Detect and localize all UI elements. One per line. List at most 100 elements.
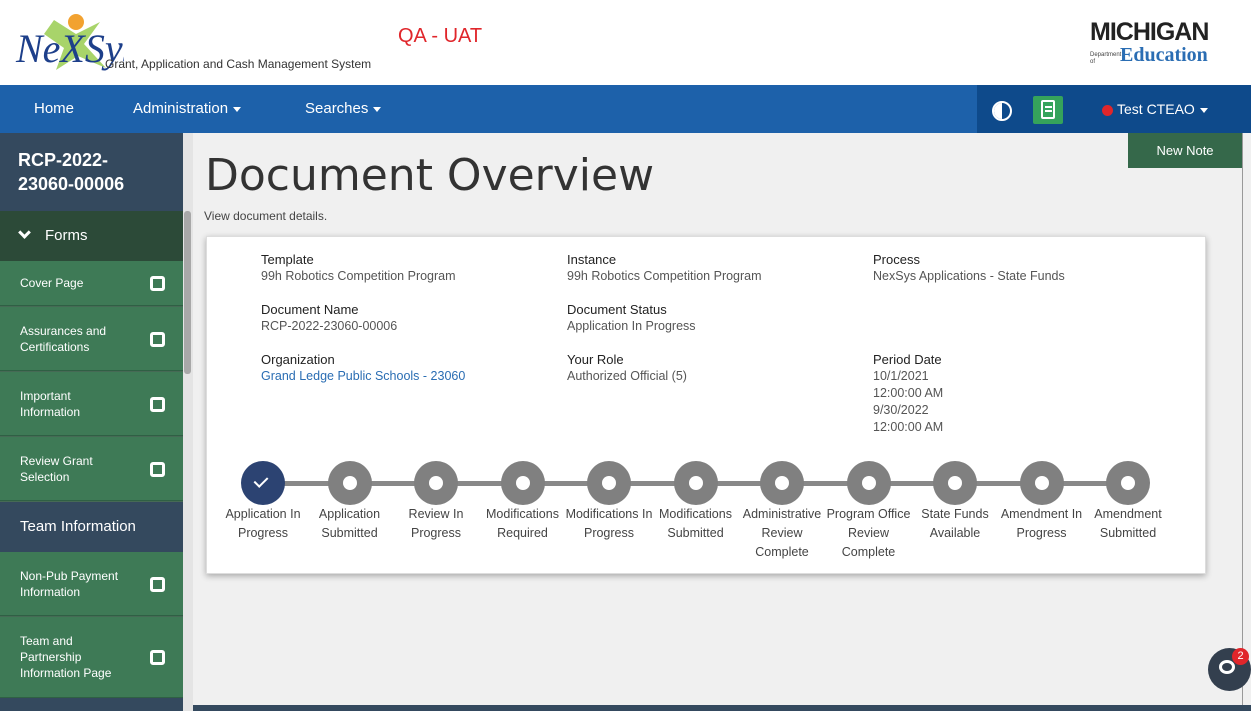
field-your-role: Your Role Authorized Official (5) <box>567 351 687 385</box>
period-end-date: 9/30/2022 <box>873 403 929 417</box>
chevron-down-icon <box>373 106 382 112</box>
nav-home[interactable]: Home <box>34 85 74 133</box>
field-value: NexSys Applications - State Funds <box>873 269 1065 283</box>
chevron-down-icon <box>18 226 31 239</box>
sidebar-item-cover-page[interactable]: Cover Page <box>0 261 183 306</box>
step-pending-icon <box>1106 461 1150 505</box>
sidebar-item-assurances[interactable]: Assurances and Certifications <box>0 307 183 371</box>
nav-administration-label: Administration <box>133 100 229 117</box>
new-note-button[interactable]: New Note <box>1128 133 1242 168</box>
step-label: Review In Progress <box>408 507 464 540</box>
field-value: 99h Robotics Competition Program <box>261 269 456 283</box>
field-label: Template <box>261 252 314 267</box>
sidebar-item-label: Team and Partnership Information Page <box>20 634 112 680</box>
field-value: Application In Progress <box>567 319 696 333</box>
sidebar-section-forms-label: Forms <box>45 227 88 244</box>
sidebar-item-review-grant[interactable]: Review Grant Selection <box>0 437 183 501</box>
field-document-name: Document Name RCP-2022-23060-00006 <box>261 301 397 335</box>
step-label: Modifications Submitted <box>659 507 732 540</box>
sidebar: RCP-2022- 23060-00006 Forms Cover Page As… <box>0 133 193 711</box>
checkbox-icon <box>150 462 165 477</box>
sidebar-item-team-partnership[interactable]: Team and Partnership Information Page <box>0 617 183 698</box>
notes-icon[interactable] <box>1033 96 1063 124</box>
step-pending-icon <box>327 461 372 505</box>
step-label: Modifications Required <box>486 507 559 540</box>
step-label: Program Office Review Complete <box>826 507 911 559</box>
mde-logo: MICHIGAN Department of Education <box>1090 18 1250 70</box>
step-label: Application Submitted <box>318 507 381 540</box>
step-pending-icon <box>760 461 804 505</box>
user-menu[interactable]: Test CTEAO <box>1102 85 1208 133</box>
sidebar-bottom <box>0 698 183 711</box>
app-root: NeXSys Grant, Application and Cash Manag… <box>0 0 1251 711</box>
nav-administration[interactable]: Administration <box>133 85 242 133</box>
field-value: 99h Robotics Competition Program <box>567 269 762 283</box>
document-id-part1: RCP-2022- <box>18 150 109 170</box>
nav-searches-label: Searches <box>305 100 369 117</box>
field-label: Period Date <box>873 352 942 367</box>
field-value: RCP-2022-23060-00006 <box>261 319 398 333</box>
main-navbar: Home Administration Searches Test CTEAO <box>0 85 1251 133</box>
step-pending-icon <box>933 461 977 505</box>
organization-link[interactable]: Grand Ledge Public Schools - 23060 <box>261 368 465 385</box>
checkbox-icon <box>150 577 165 592</box>
step-pending-icon <box>673 461 718 505</box>
step-pending-icon <box>846 461 891 505</box>
sidebar-document-id: RCP-2022- 23060-00006 <box>0 133 183 211</box>
user-status-icon <box>1102 104 1113 116</box>
sidebar-section-forms[interactable]: Forms <box>0 211 183 261</box>
checkbox-icon <box>150 276 165 291</box>
sidebar-item-label: Cover Page <box>20 276 84 290</box>
sidebar-section-team[interactable]: Team Information <box>0 502 183 552</box>
page-title: Document Overview <box>205 150 655 201</box>
field-process: Process NexSys Applications - State Funds <box>873 251 1065 285</box>
page-subtitle: View document details. <box>204 209 328 223</box>
app-subtitle: Grant, Application and Cash Management S… <box>105 57 372 71</box>
period-start-time: 12:00:00 AM <box>873 386 944 400</box>
chevron-down-icon <box>233 106 242 112</box>
contrast-toggle-icon[interactable] <box>992 101 1012 121</box>
sidebar-item-nonpub-payment[interactable]: Non-Pub Payment Information <box>0 552 183 616</box>
step-pending-icon <box>587 461 631 505</box>
checkmark-icon <box>253 473 269 488</box>
user-name: Test CTEAO <box>1117 101 1195 117</box>
field-value: Authorized Official (5) <box>567 369 687 383</box>
sidebar-item-important-info[interactable]: Important Information <box>0 372 183 436</box>
environment-label: QA - UAT <box>398 25 483 47</box>
field-document-status: Document Status Application In Progress <box>567 301 696 335</box>
footer-bar <box>193 705 1251 711</box>
step-pending-icon <box>1019 461 1064 505</box>
step-pending-icon <box>414 461 458 505</box>
field-organization: Organization Grand Ledge Public Schools -… <box>261 351 465 385</box>
field-label: Document Name <box>261 302 359 317</box>
step-label: Modifications In Progress <box>565 507 653 540</box>
nav-searches[interactable]: Searches <box>305 85 382 133</box>
period-end-time: 12:00:00 AM <box>873 420 944 434</box>
field-label: Instance <box>567 252 617 267</box>
step-label: Administrative Review Complete <box>742 507 822 559</box>
chat-icon <box>1219 660 1235 674</box>
chevron-down-icon <box>1199 107 1208 113</box>
mde-logo-education: Education <box>1120 44 1208 66</box>
header: NeXSys Grant, Application and Cash Manag… <box>0 0 1251 85</box>
document-id-part2: 23060-00006 <box>18 174 125 194</box>
checkbox-icon <box>150 332 165 347</box>
step-pending-icon <box>500 461 545 505</box>
field-label: Document Status <box>567 302 667 317</box>
step-complete-icon <box>241 461 285 505</box>
step-label: Amendment In Progress <box>1000 507 1083 540</box>
sidebar-item-label: Important Information <box>20 388 81 419</box>
step-label: State Funds Available <box>921 507 989 540</box>
field-instance: Instance 99h Robotics Competition Program <box>567 251 762 285</box>
sidebar-scrollbar-thumb[interactable] <box>184 211 191 374</box>
checkbox-icon <box>150 650 165 665</box>
field-label: Organization <box>261 352 335 367</box>
sidebar-item-label: Assurances and Certifications <box>20 323 107 354</box>
period-start-date: 10/1/2021 <box>873 369 929 383</box>
sidebar-item-label: Non-Pub Payment Information <box>20 568 119 599</box>
field-template: Template 99h Robotics Competition Program <box>261 251 456 285</box>
step-label: Amendment Submitted <box>1094 507 1162 540</box>
chat-badge: 2 <box>1232 648 1249 665</box>
field-label: Process <box>873 252 920 267</box>
field-period-date: Period Date 10/1/2021 12:00:00 AM 9/30/2… <box>873 351 943 436</box>
